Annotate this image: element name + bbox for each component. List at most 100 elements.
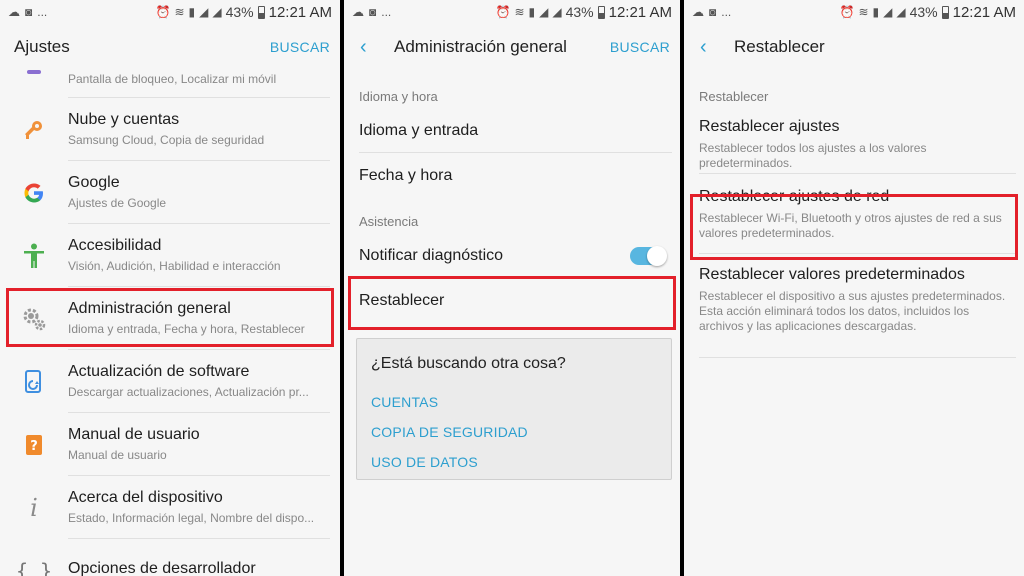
search-button[interactable]: BUSCAR [610, 39, 670, 55]
battery-percent: 43% [565, 4, 594, 20]
page-title: Restablecer [734, 37, 825, 56]
lock-screen-icon [0, 70, 68, 80]
list-item-cloud-accounts[interactable]: Nube y cuentas Samsung Cloud, Copia de s… [0, 98, 340, 161]
list-item-subtitle: Restablecer todos los ajustes a los valo… [699, 141, 927, 170]
developer-braces-icon: { } [15, 558, 53, 576]
list-item-subtitle: Restablecer el dispositivo a sus ajustes… [699, 289, 1006, 333]
list-item-title: Accesibilidad [68, 237, 162, 254]
cloud-notification-icon: ☁ [8, 5, 20, 19]
list-item-software-update[interactable]: Actualización de software Descargar actu… [0, 350, 340, 413]
link-data-usage[interactable]: USO DE DATOS [371, 447, 657, 477]
search-button[interactable]: BUSCAR [270, 39, 330, 55]
signal-icon-2: ◢ [212, 5, 222, 19]
looking-for-something-else-card: ¿Está buscando otra cosa? CUENTAS COPIA … [356, 338, 672, 480]
instagram-notification-icon: ◙ [369, 5, 377, 19]
list-item-lock-screen[interactable]: Pantalla de bloqueo, Localizar mi móvil [0, 70, 340, 98]
instagram-notification-icon: ◙ [709, 5, 717, 19]
manual-icon: ? [0, 434, 68, 456]
wifi-icon: ≋ [174, 5, 185, 19]
general-management-panel: ☁ ◙ ... ⏰ ≋ ▮ ◢ ◢ 43% 12:21 AM ‹ Adminis… [344, 0, 680, 576]
alarm-icon: ⏰ [839, 5, 855, 19]
list-item-general-management[interactable]: Administración general Idioma y entrada,… [0, 287, 340, 350]
app-bar: ‹ Restablecer [684, 24, 1024, 70]
list-item-title: Actualización de software [68, 363, 250, 380]
back-chevron-icon[interactable]: ‹ [360, 37, 378, 57]
wifi-icon: ≋ [858, 5, 869, 19]
list-item-reset-network-settings[interactable]: Restablecer ajustes de red Restablecer W… [684, 174, 1024, 254]
signal-icon: ◢ [199, 5, 209, 19]
list-item-reset-settings[interactable]: Restablecer ajustes Restablecer todos lo… [684, 108, 1024, 174]
reset-panel: ☁ ◙ ... ⏰ ≋ ▮ ◢ ◢ 43% 12:21 AM ‹ Restabl… [684, 0, 1024, 576]
accessibility-icon [0, 243, 68, 269]
list-item-subtitle: Estado, Información legal, Nombre del di… [68, 511, 315, 525]
diagnostics-toggle[interactable] [630, 246, 667, 266]
settings-list: Pantalla de bloqueo, Localizar mi móvil … [0, 70, 340, 576]
section-header-language-time: Idioma y hora [359, 89, 438, 104]
app-bar: ‹ Administración general BUSCAR [344, 24, 680, 70]
software-update-icon [0, 369, 68, 394]
wifi-icon: ≋ [514, 5, 525, 19]
clock: 12:21 AM [608, 3, 672, 21]
list-item-factory-reset[interactable]: Restablecer valores predeterminados Rest… [684, 254, 1024, 358]
list-item-subtitle: Visión, Audición, Habilidad e interacció… [68, 259, 281, 273]
page-title: Administración general [394, 37, 567, 56]
list-item-date-time[interactable]: Fecha y hora [344, 153, 680, 198]
signal-icon-2: ◢ [896, 5, 906, 19]
list-item-about-device[interactable]: i Acerca del dispositivo Estado, Informa… [0, 476, 340, 539]
list-item-subtitle: Restablecer Wi-Fi, Bluetooth y otros aju… [699, 211, 1002, 240]
list-item-title: Opciones de desarrollador [68, 559, 256, 576]
sim-icon: ▮ [872, 5, 880, 19]
settings-panel: ☁ ◙ ... ⏰ ≋ ▮ ◢ ◢ 43% 12:21 AM Ajustes B… [0, 0, 340, 576]
list-item-title: Notificar diagnóstico [359, 246, 504, 264]
list-item-title: Restablecer [359, 291, 445, 309]
list-item-accessibility[interactable]: Accesibilidad Visión, Audición, Habilida… [0, 224, 340, 287]
battery-percent: 43% [909, 4, 938, 20]
signal-icon: ◢ [539, 5, 549, 19]
signal-icon: ◢ [883, 5, 893, 19]
link-accounts[interactable]: CUENTAS [371, 387, 657, 417]
cloud-notification-icon: ☁ [352, 5, 364, 19]
section-header-reset: Restablecer [699, 89, 769, 104]
key-icon [0, 118, 68, 142]
list-item-title: Administración general [68, 300, 231, 317]
sim-icon: ▮ [188, 5, 196, 19]
list-item-title: Google [68, 174, 120, 191]
status-bar: ☁ ◙ ... ⏰ ≋ ▮ ◢ ◢ 43% 12:21 AM [344, 0, 680, 24]
signal-icon-2: ◢ [552, 5, 562, 19]
battery-icon [597, 5, 605, 19]
app-bar: Ajustes BUSCAR [0, 24, 340, 70]
battery-icon [941, 5, 949, 19]
list-item-subtitle: Pantalla de bloqueo, Localizar mi móvil [68, 72, 277, 86]
battery-icon [257, 5, 265, 19]
battery-percent: 43% [225, 4, 254, 20]
status-bar: ☁ ◙ ... ⏰ ≋ ▮ ◢ ◢ 43% 12:21 AM [0, 0, 340, 24]
section-header-assistance: Asistencia [359, 214, 419, 229]
link-backup[interactable]: COPIA DE SEGURIDAD [371, 417, 657, 447]
list-item-reset[interactable]: Restablecer [344, 278, 680, 323]
list-item-developer-options[interactable]: { } Opciones de desarrollador [0, 539, 340, 576]
list-item-title: Idioma y entrada [359, 121, 479, 139]
cloud-notification-icon: ☁ [692, 5, 704, 19]
status-bar: ☁ ◙ ... ⏰ ≋ ▮ ◢ ◢ 43% 12:21 AM [684, 0, 1024, 24]
list-item-subtitle: Ajustes de Google [68, 196, 167, 210]
list-item-title: Fecha y hora [359, 166, 453, 184]
back-chevron-icon[interactable]: ‹ [700, 37, 718, 57]
clock: 12:21 AM [268, 3, 332, 21]
list-item-report-diagnostics[interactable]: Notificar diagnóstico [344, 233, 680, 278]
google-icon [0, 182, 68, 204]
list-item-title: Restablecer valores predeterminados [699, 266, 965, 283]
svg-text:?: ? [30, 439, 38, 454]
list-item-subtitle: Manual de usuario [68, 448, 167, 462]
alarm-icon: ⏰ [495, 5, 511, 19]
more-notifications: ... [721, 5, 732, 19]
instagram-notification-icon: ◙ [25, 5, 33, 19]
more-notifications: ... [37, 5, 48, 19]
list-item-subtitle: Samsung Cloud, Copia de seguridad [68, 133, 265, 147]
list-item-google[interactable]: Google Ajustes de Google [0, 161, 340, 224]
page-title: Ajustes [14, 37, 70, 56]
list-item-title: Acerca del dispositivo [68, 489, 223, 506]
list-item-title: Restablecer ajustes [699, 118, 840, 135]
list-item-subtitle: Idioma y entrada, Fecha y hora, Restable… [68, 322, 305, 336]
list-item-language-input[interactable]: Idioma y entrada [344, 108, 680, 153]
list-item-user-manual[interactable]: ? Manual de usuario Manual de usuario [0, 413, 340, 476]
